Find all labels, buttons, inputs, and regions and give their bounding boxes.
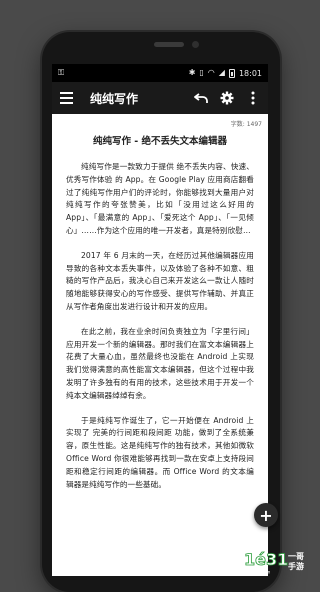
document-editor[interactable]: 纯纯写作 - 绝不丢失文本编辑器 纯纯写作是一款致力于提供 绝不丢失内容、快速、… <box>52 133 268 491</box>
svg-text:1e31.com: 1e31.com <box>248 570 270 575</box>
vibrate-icon: ▯ <box>199 68 204 77</box>
status-time: 18:01 <box>238 68 262 78</box>
toolbar-title: 纯纯写作 <box>90 91 139 106</box>
status-bar: ⚿ ✱ ▯ ◠ ◢ 18:01 <box>52 64 268 82</box>
svg-text:一哥: 一哥 <box>288 552 304 561</box>
paragraph: 在此之前，我在业余时间负责独立为「字里行间」应用开发一个新的编辑器。那时我们在富… <box>66 326 254 400</box>
paragraph: 于是纯纯写作诞生了，它一开始便在 Android 上实现了 完美的行间距和段间距… <box>66 415 254 489</box>
add-fab-button[interactable]: + <box>254 503 278 527</box>
word-count: 字数: 1497 <box>230 121 262 128</box>
front-camera <box>192 41 199 48</box>
document-title: 纯纯写作 - 绝不丢失文本编辑器 <box>92 136 228 147</box>
bluetooth-icon: ✱ <box>188 68 196 77</box>
site-watermark-logo: 1é31 一哥 手游 1e31.com <box>244 550 304 575</box>
paragraph: 2017 年 6 月末的一天，在经历过其他编辑器应用导致的各种文本丢失事件，以及… <box>66 250 254 311</box>
earpiece-speaker <box>154 42 184 47</box>
svg-text:手游: 手游 <box>288 561 304 571</box>
paragraph: 纯纯写作是一款致力于提供 绝不丢失内容、快速、优秀写作体验 的 App。在 Go… <box>66 162 254 235</box>
undo-icon[interactable] <box>192 89 210 107</box>
wifi-icon: ◠ <box>207 68 215 77</box>
status-icons: ✱ ▯ ◠ ◢ 18:01 <box>188 68 262 78</box>
app-toolbar: 纯纯写作 <box>52 82 268 114</box>
key-icon: ⚿ <box>58 68 65 77</box>
battery-icon <box>228 68 235 78</box>
more-options-icon[interactable] <box>244 89 262 107</box>
signal-icon: ◢ <box>218 68 225 77</box>
menu-icon[interactable] <box>58 89 76 107</box>
settings-gear-icon[interactable] <box>218 89 236 107</box>
svg-text:1é31: 1é31 <box>244 550 288 569</box>
app-screen: ⚿ ✱ ▯ ◠ ◢ 18:01 纯纯写作 字数: 1497 纯纯写作 - 绝不丢… <box>52 64 268 576</box>
